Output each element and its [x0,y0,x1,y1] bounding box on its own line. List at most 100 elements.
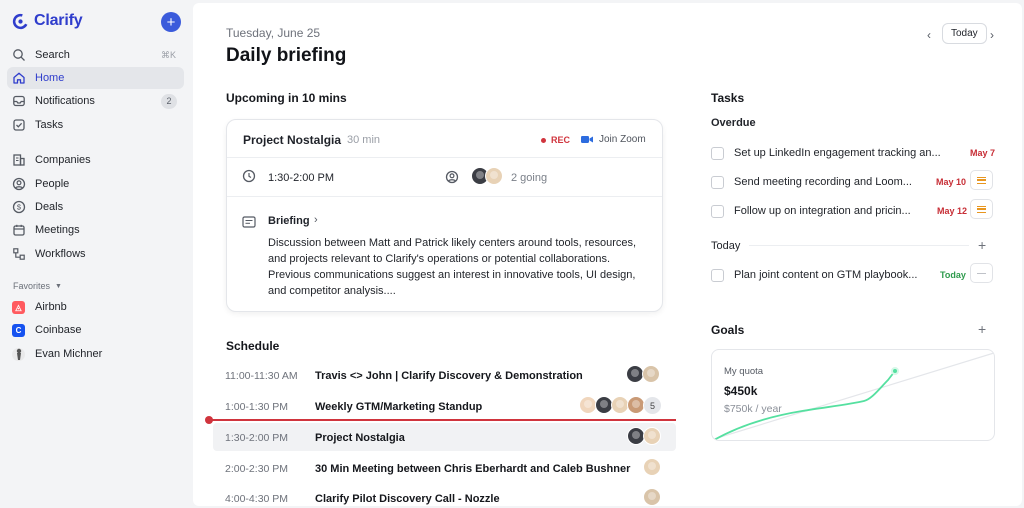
more-attendees-count[interactable]: 5 [643,396,662,415]
avatar[interactable] [642,365,660,383]
favorites-header[interactable]: Favorites ▼ [13,281,62,291]
schedule-time: 2:00-2:30 PM [225,463,289,475]
person-circle-icon [12,177,26,191]
task-text: Set up LinkedIn engagement tracking an..… [734,147,941,159]
favorite-label: Evan Michner [35,348,103,360]
video-camera-icon [581,136,593,143]
schedule-row[interactable]: 11:00-11:30 AM Travis <> John | Clarify … [213,361,676,389]
sidebar-item-notifications[interactable]: Notifications 2 [7,90,184,112]
home-icon [12,71,26,85]
task-checkbox[interactable] [711,205,724,218]
task-checkbox[interactable] [711,147,724,160]
main-panel: Tuesday, June 25 Daily briefing ‹ Today … [193,3,1022,506]
schedule-row[interactable]: 4:00-4:30 PM Clarify Pilot Discovery Cal… [213,484,676,508]
svg-text:$: $ [17,203,22,212]
schedule-row[interactable]: 1:00-1:30 PM Weekly GTM/Marketing Standu… [213,392,676,420]
overdue-label: Overdue [711,117,756,129]
avatar [12,347,25,361]
meeting-details-row: 1:30-2:00 PM 2 going [227,158,662,197]
schedule-title: Clarify Pilot Discovery Call - Nozzle [315,493,500,505]
task-checkbox[interactable] [711,269,724,282]
workflow-icon [12,247,26,261]
upcoming-meeting-card[interactable]: Project Nostalgia 30 min REC Join Zoom 1… [226,119,663,312]
sidebar-item-meetings[interactable]: Meetings [7,219,184,241]
sidebar-item-companies[interactable]: Companies [7,149,184,171]
chevron-right-icon[interactable]: › [990,28,994,42]
schedule-time: 11:00-11:30 AM [225,370,298,382]
schedule-title: Weekly GTM/Marketing Standup [315,401,483,413]
sidebar-item-people[interactable]: People [7,173,184,195]
rec-label: REC [551,135,571,145]
search-icon [12,48,26,62]
schedule-row[interactable]: 2:00-2:30 PM 30 Min Meeting between Chri… [213,454,676,482]
caret-down-icon: ▼ [55,282,62,290]
dollar-icon: $ [12,200,26,214]
add-button[interactable]: + [161,12,181,32]
inbox-icon [12,94,26,108]
goal-card[interactable]: My quota $450k $750k / year [711,349,995,441]
sidebar: Clarify + Search ⌘K Home Notifications 2… [0,0,193,508]
avatar[interactable] [643,427,661,445]
sidebar-item-tasks[interactable]: Tasks [7,114,184,136]
favorite-item-coinbase[interactable]: C Coinbase [7,319,184,341]
card-header: Project Nostalgia 30 min REC Join Zoom [227,120,662,158]
priority-medium-icon [977,176,986,184]
task-due-date: Today [940,270,966,280]
favorite-item-airbnb[interactable]: ◬ Airbnb [7,296,184,318]
task-text: Send meeting recording and Loom... [734,176,912,188]
airbnb-logo-icon: ◬ [12,300,25,314]
schedule-row[interactable]: 1:30-2:00 PM Project Nostalgia [213,423,676,451]
task-item[interactable]: Follow up on integration and pricin... M… [711,199,996,223]
brand-name: Clarify [34,12,83,29]
sidebar-item-deals[interactable]: $ Deals [7,196,184,218]
favorite-item-evan-michner[interactable]: Evan Michner [7,343,184,365]
avatar[interactable] [643,458,661,476]
building-icon [12,153,26,167]
page-title: Daily briefing [226,45,347,66]
sidebar-item-workflows[interactable]: Workflows [7,243,184,265]
brand[interactable]: Clarify [12,12,83,30]
checkbox-icon [12,118,26,132]
sidebar-item-label: Deals [35,201,64,213]
task-item[interactable]: Plan joint content on GTM playbook... To… [711,263,996,287]
task-checkbox[interactable] [711,176,724,189]
schedule-title: Travis <> John | Clarify Discovery & Dem… [315,370,583,382]
calendar-icon [12,223,26,237]
task-text: Follow up on integration and pricin... [734,205,911,217]
sidebar-item-label: Tasks [35,119,64,131]
priority-button[interactable] [970,170,993,190]
priority-button[interactable] [970,263,993,283]
join-zoom-button[interactable]: Join Zoom [581,134,646,145]
avatar[interactable] [485,167,503,185]
favorite-label: Coinbase [35,324,82,336]
chevron-left-icon[interactable]: ‹ [927,28,931,42]
add-goal-plus-icon[interactable]: + [978,321,986,337]
attendees-going[interactable]: 2 going [511,172,547,184]
notification-count-badge: 2 [161,93,177,109]
meeting-time-range: 1:30-2:00 PM [268,172,335,184]
sidebar-item-label: Meetings [35,224,80,236]
avatar[interactable] [643,488,661,506]
recording-indicator: REC [541,135,570,145]
favorite-label: Airbnb [35,301,67,313]
task-item[interactable]: Set up LinkedIn engagement tracking an..… [711,141,996,165]
goal-value: $450k [724,384,758,398]
tasks-heading: Tasks [711,91,745,105]
goals-heading: Goals [711,323,745,337]
goal-target: $750k / year [724,403,782,415]
briefing-text: Discussion between Matt and Patrick like… [268,237,637,297]
upcoming-heading: Upcoming in 10 mins [226,91,347,105]
message-icon [242,216,256,228]
schedule-heading: Schedule [226,339,280,353]
clarify-logo-icon [12,13,29,29]
sidebar-item-home[interactable]: Home [7,67,184,89]
briefing-label[interactable]: Briefing [268,215,310,227]
task-due-date: May 7 [970,148,996,158]
task-item[interactable]: Send meeting recording and Loom... May 1… [711,170,996,194]
meeting-duration: 30 min [347,134,381,146]
add-task-plus-icon[interactable]: + [978,237,986,253]
priority-button[interactable] [970,199,993,219]
chevron-right-icon[interactable]: › [314,214,318,226]
sidebar-item-search[interactable]: Search ⌘K [7,44,184,66]
today-button[interactable]: Today [942,23,987,44]
